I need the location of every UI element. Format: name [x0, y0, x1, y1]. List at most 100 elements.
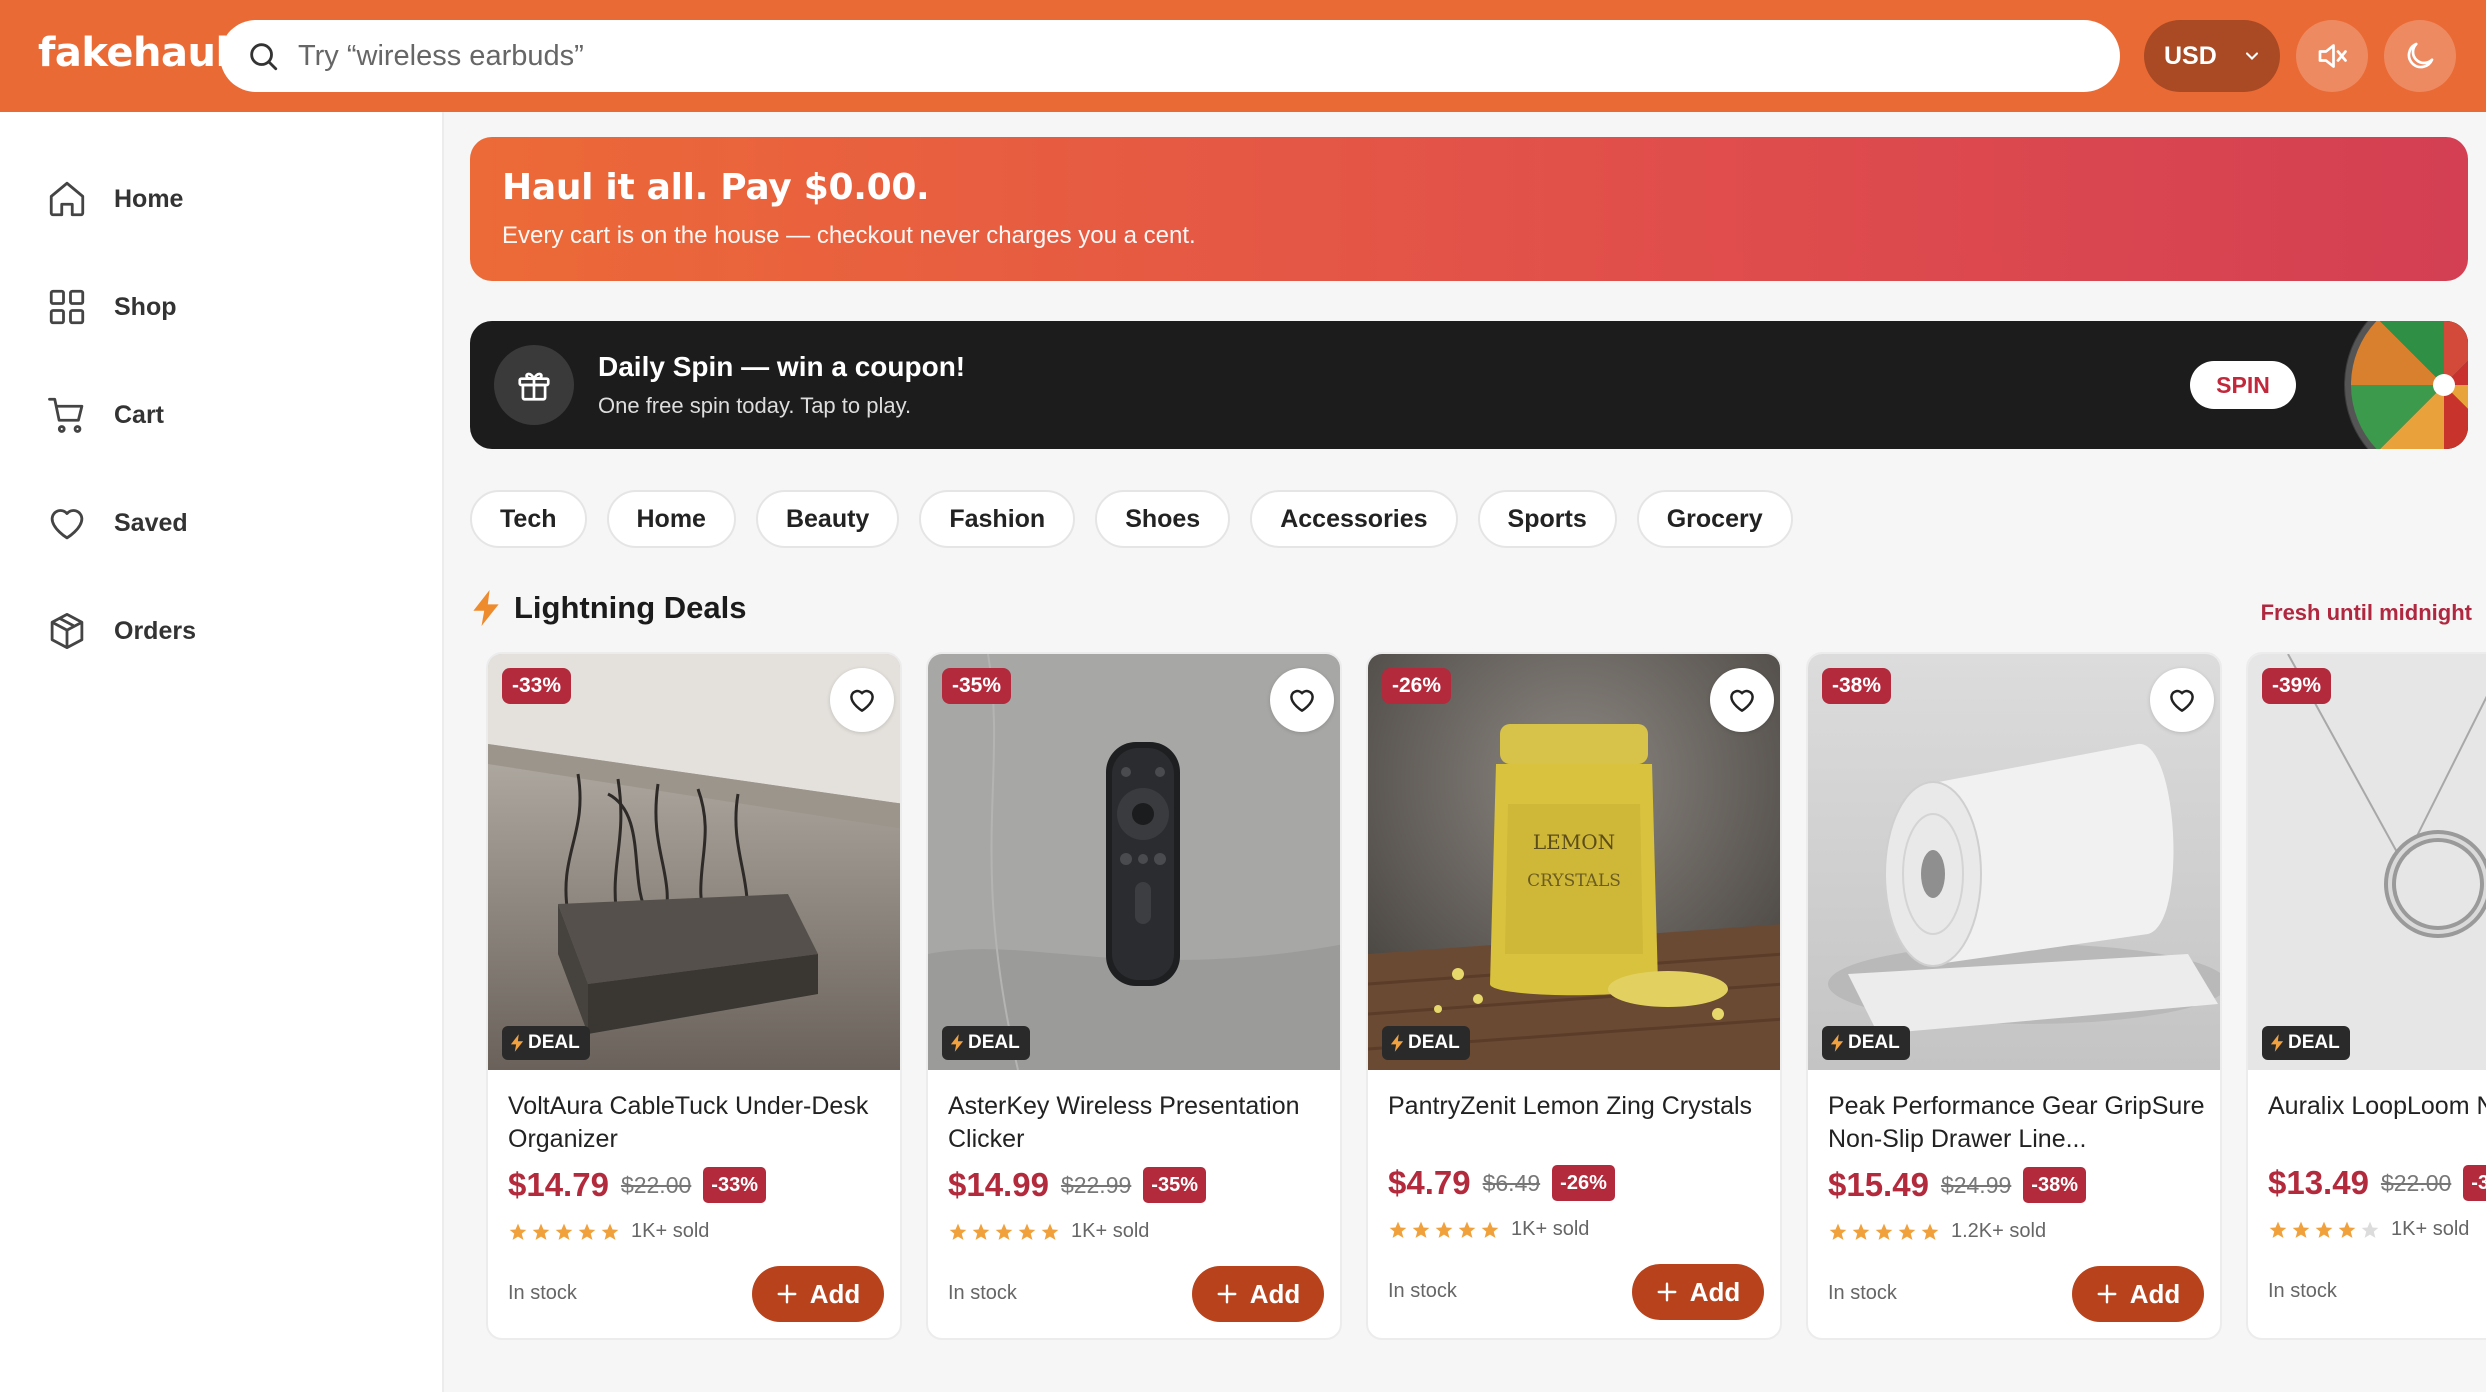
- spin-subtitle: One free spin today. Tap to play.: [598, 393, 912, 418]
- deal-badge-label: DEAL: [1848, 1032, 1900, 1053]
- product-name[interactable]: VoltAura CableTuck Under-Desk Organizer: [508, 1090, 898, 1158]
- price-discount-badge: -35%: [1143, 1167, 1206, 1203]
- discount-badge: -38%: [1822, 668, 1892, 704]
- price-row: $14.99 $22.99 -35%: [948, 1166, 1206, 1204]
- product-card[interactable]: LEMON CRYSTALS -26% DEAL PantryZenit Lem…: [1366, 652, 1782, 1340]
- grid-icon: [49, 289, 85, 325]
- category-chip-tech[interactable]: Tech: [470, 490, 587, 548]
- search-input[interactable]: [298, 39, 1998, 73]
- category-chip-grocery[interactable]: Grocery: [1636, 490, 1793, 548]
- mute-button[interactable]: [2296, 20, 2368, 92]
- heart-icon: [50, 509, 84, 540]
- lightning-icon: [510, 1034, 524, 1052]
- discount-badge: -33%: [502, 668, 572, 704]
- product-name[interactable]: AsterKey Wireless Presentation Clicker: [948, 1090, 1338, 1158]
- product-card[interactable]: -38% DEAL Peak Performance Gear GripSure…: [1806, 652, 2222, 1340]
- daily-spin-banner[interactable]: Daily Spin — win a coupon! One free spin…: [470, 321, 2468, 449]
- prize-wheel[interactable]: [2332, 321, 2468, 449]
- sidebar-item-label: Saved: [114, 508, 188, 537]
- price-discount-badge: -38%: [2023, 1167, 2086, 1203]
- sidebar-item-cart[interactable]: Cart: [46, 385, 164, 445]
- price-row: $4.79 $6.49 -26%: [1388, 1164, 1615, 1202]
- category-chip-shoes[interactable]: Shoes: [1095, 490, 1231, 548]
- product-price: $15.49: [1828, 1166, 1929, 1203]
- plus-icon: [2097, 1284, 2117, 1304]
- add-to-cart-button[interactable]: Add: [2072, 1266, 2204, 1322]
- star-icon: [1481, 1221, 1499, 1238]
- search-bar[interactable]: [220, 20, 2120, 92]
- add-to-cart-button[interactable]: Add: [1192, 1266, 1324, 1322]
- category-chip-beauty[interactable]: Beauty: [755, 490, 900, 548]
- deal-badge-label: DEAL: [528, 1032, 580, 1053]
- add-to-cart-button[interactable]: Add: [1632, 1264, 1764, 1320]
- save-button[interactable]: [1710, 668, 1774, 732]
- stock-status: In stock: [1388, 1280, 1457, 1302]
- sidebar-item-label: Cart: [114, 400, 165, 429]
- product-image: -38% DEAL: [1808, 654, 2220, 1070]
- sidebar-item-home[interactable]: Home: [46, 169, 183, 229]
- product-card[interactable]: -33% DEAL VoltAura CableTuck Under-Desk …: [486, 652, 902, 1340]
- currency-select[interactable]: USD: [2144, 20, 2280, 92]
- star-icon: [1041, 1223, 1059, 1240]
- stock-status: In stock: [2268, 1280, 2337, 1302]
- sidebar-item-shop[interactable]: Shop: [46, 277, 177, 337]
- cart-icon: [48, 397, 84, 433]
- promo-title: Haul it all. Pay $0.00.: [502, 167, 930, 208]
- star-icon: [2361, 1221, 2379, 1238]
- star-icon: [578, 1223, 596, 1240]
- sidebar-item-saved[interactable]: Saved: [46, 493, 188, 553]
- lightning-icon: [950, 1034, 964, 1052]
- star-icon: [2338, 1221, 2356, 1238]
- star-icon: [509, 1223, 527, 1240]
- currency-label: USD: [2164, 41, 2217, 70]
- discount-badge: -26%: [1382, 668, 1452, 704]
- chevron-down-icon: [2245, 52, 2259, 60]
- product-card[interactable]: -35% DEAL AsterKey Wireless Presentation…: [926, 652, 1342, 1340]
- lightning-deals-header: Lightning Deals: [470, 590, 747, 626]
- add-button-label: Add: [2129, 1278, 2181, 1309]
- product-name[interactable]: Peak Performance Gear GripSure Non-Slip …: [1828, 1090, 2218, 1158]
- sold-count: 1K+ sold: [631, 1220, 710, 1242]
- star-rating: 1K+ sold: [2268, 1218, 2469, 1241]
- save-button[interactable]: [2150, 668, 2214, 732]
- product-card[interactable]: -39% DEAL Auralix LoopLoom N $13.49 $22.…: [2246, 652, 2486, 1340]
- search-icon: [250, 43, 278, 71]
- spin-button[interactable]: SPIN: [2190, 361, 2296, 409]
- star-icon: [1018, 1223, 1036, 1240]
- add-to-cart-button[interactable]: Add: [752, 1266, 884, 1322]
- stock-status: In stock: [948, 1282, 1017, 1304]
- product-image: -33% DEAL: [488, 654, 900, 1070]
- star-icon: [1435, 1221, 1453, 1238]
- category-chip-home[interactable]: Home: [606, 490, 736, 548]
- star-rating: 1K+ sold: [1388, 1218, 1589, 1241]
- category-chip-accessories[interactable]: Accessories: [1250, 490, 1458, 548]
- save-button[interactable]: [830, 668, 894, 732]
- gift-icon: [494, 345, 574, 425]
- sidebar-item-label: Shop: [114, 292, 177, 321]
- product-name[interactable]: Auralix LoopLoom N: [2268, 1090, 2486, 1158]
- star-rating: 1K+ sold: [948, 1220, 1149, 1243]
- category-chip-fashion[interactable]: Fashion: [919, 490, 1076, 548]
- price-discount-badge: -26%: [1552, 1165, 1615, 1201]
- promo-banner: Haul it all. Pay $0.00. Every cart is on…: [470, 137, 2468, 281]
- star-icon: [995, 1223, 1013, 1240]
- deal-badge: DEAL: [502, 1026, 590, 1060]
- original-price: $6.49: [1482, 1169, 1541, 1196]
- star-icon: [1829, 1223, 1847, 1240]
- product-name[interactable]: PantryZenit Lemon Zing Crystals: [1388, 1090, 1778, 1158]
- product-image: -39% DEAL: [2248, 654, 2486, 1070]
- star-icon: [601, 1223, 619, 1240]
- sidebar-item-orders[interactable]: Orders: [46, 601, 196, 661]
- plus-icon: [1217, 1284, 1237, 1304]
- product-image: -35% DEAL: [928, 654, 1340, 1070]
- category-chip-sports[interactable]: Sports: [1477, 490, 1617, 548]
- package-icon: [50, 612, 84, 650]
- product-price: $14.99: [948, 1166, 1049, 1203]
- brand-logo[interactable]: fakehaul: [38, 30, 229, 76]
- dark-mode-button[interactable]: [2384, 20, 2456, 92]
- price-discount-badge: -39%: [2463, 1165, 2486, 1201]
- star-icon: [2315, 1221, 2333, 1238]
- lightning-icon: [473, 590, 499, 626]
- sold-count: 1K+ sold: [1511, 1218, 1590, 1240]
- save-button[interactable]: [1270, 668, 1334, 732]
